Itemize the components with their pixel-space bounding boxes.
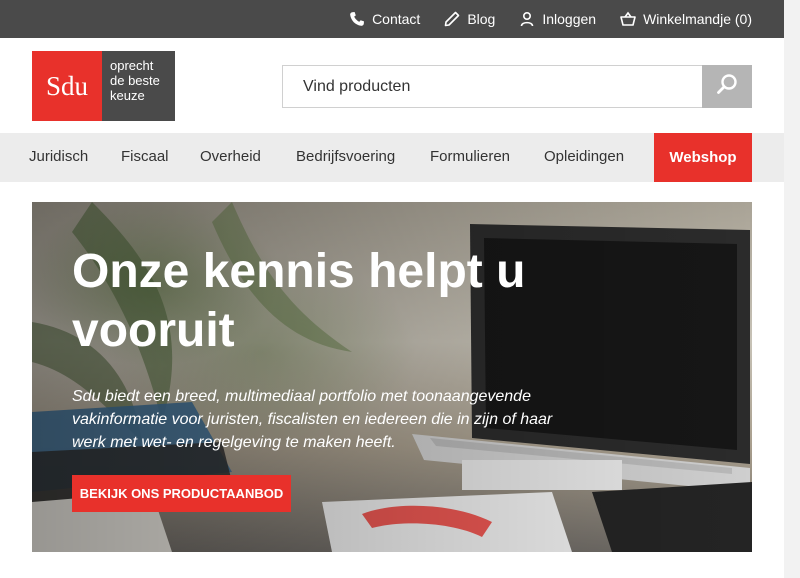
blog-link[interactable]: Blog (444, 11, 495, 27)
product-offer-button[interactable]: BEKIJK ONS PRODUCTAANBOD (72, 475, 291, 512)
logo-tagline-line-2: de beste (110, 73, 160, 88)
nav-item-webshop[interactable]: Webshop (654, 133, 752, 182)
user-icon (519, 11, 535, 27)
nav-item-opleidingen[interactable]: Opleidingen (544, 133, 624, 182)
nav-item-formulieren[interactable]: Formulieren (430, 133, 510, 182)
search-bar (282, 65, 752, 108)
nav-item-overheid[interactable]: Overheid (200, 133, 261, 182)
hero-title: Onze kennis helpt u vooruit (72, 245, 526, 357)
nav-item-bedrijfsvoering[interactable]: Bedrijfsvoering (296, 133, 395, 182)
main-nav: Juridisch Fiscaal Overheid Bedrijfsvoeri… (0, 133, 784, 182)
cart-link[interactable]: Winkelmandje (0) (620, 11, 752, 27)
phone-icon (349, 11, 365, 27)
pencil-icon (444, 11, 460, 27)
nav-item-fiscaal[interactable]: Fiscaal (121, 133, 169, 182)
top-links: Contact Blog Inloggen Winkelmandje (0) (349, 0, 752, 38)
contact-label: Contact (372, 11, 421, 27)
basket-icon (620, 11, 636, 27)
page-scrollbar[interactable] (784, 0, 800, 578)
sdu-logo[interactable]: Sdu oprecht de beste keuze (32, 51, 175, 121)
top-bar: Contact Blog Inloggen Winkelmandje (0) (0, 0, 784, 38)
search-icon (716, 73, 738, 100)
cart-label: Winkelmandje (0) (643, 11, 752, 27)
logo-tagline-line-3: keuze (110, 88, 145, 103)
nav-item-juridisch[interactable]: Juridisch (29, 133, 88, 182)
login-label: Inloggen (542, 11, 597, 27)
hero-banner: Onze kennis helpt u vooruit Sdu biedt ee… (32, 202, 752, 552)
hero-description: Sdu biedt een breed, multimediaal portfo… (72, 388, 553, 451)
logo-tagline: oprecht de beste keuze (102, 51, 175, 121)
logo-mark: Sdu (32, 51, 102, 121)
search-input[interactable] (282, 65, 702, 108)
login-link[interactable]: Inloggen (519, 11, 596, 27)
logo-tagline-line-1: oprecht (110, 58, 154, 73)
blog-label: Blog (467, 11, 496, 27)
contact-link[interactable]: Contact (349, 11, 420, 27)
search-button[interactable] (702, 65, 752, 108)
